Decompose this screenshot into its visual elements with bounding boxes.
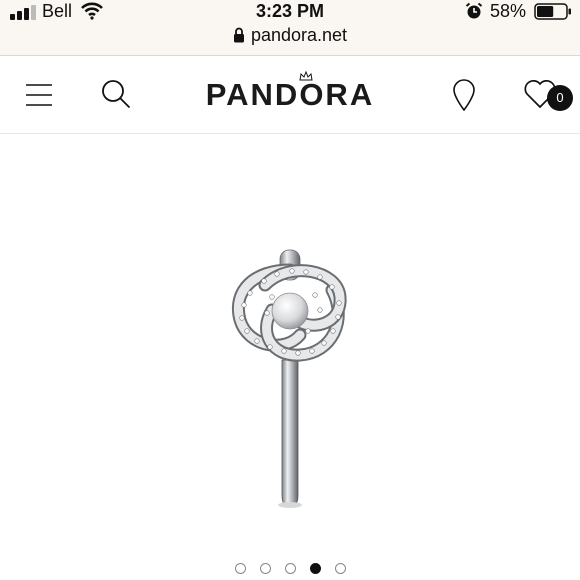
carousel-dot-3[interactable]: [284, 563, 296, 575]
wishlist-count-badge[interactable]: 0: [547, 85, 573, 111]
product-image-area[interactable]: [0, 135, 580, 555]
battery-percentage: 58%: [490, 1, 527, 21]
lock-icon: [233, 27, 244, 43]
url-text: pandora.net: [250, 25, 348, 45]
address-bar[interactable]: pandora.net: [0, 25, 580, 49]
crown-icon: [299, 71, 313, 81]
location-pin-icon[interactable]: [452, 79, 476, 111]
site-header: PANDORA 0: [0, 57, 580, 134]
carousel-dot-1[interactable]: [234, 563, 246, 575]
pandora-logo[interactable]: PANDORA: [0, 77, 580, 113]
image-carousel-indicator: [0, 560, 580, 575]
status-bar: Bell 3:23 PM 58%: [0, 0, 580, 24]
silver-ring-with-pearl-and-pave-knot-image: [232, 249, 347, 508]
carousel-dot-4[interactable]: [309, 563, 321, 575]
battery-icon: [534, 3, 571, 20]
alarm-clock-icon: [465, 2, 483, 19]
carousel-dot-2[interactable]: [259, 563, 271, 575]
carousel-dot-5[interactable]: [334, 563, 346, 575]
browser-chrome: Bell 3:23 PM 58% pandora.net: [0, 0, 580, 56]
